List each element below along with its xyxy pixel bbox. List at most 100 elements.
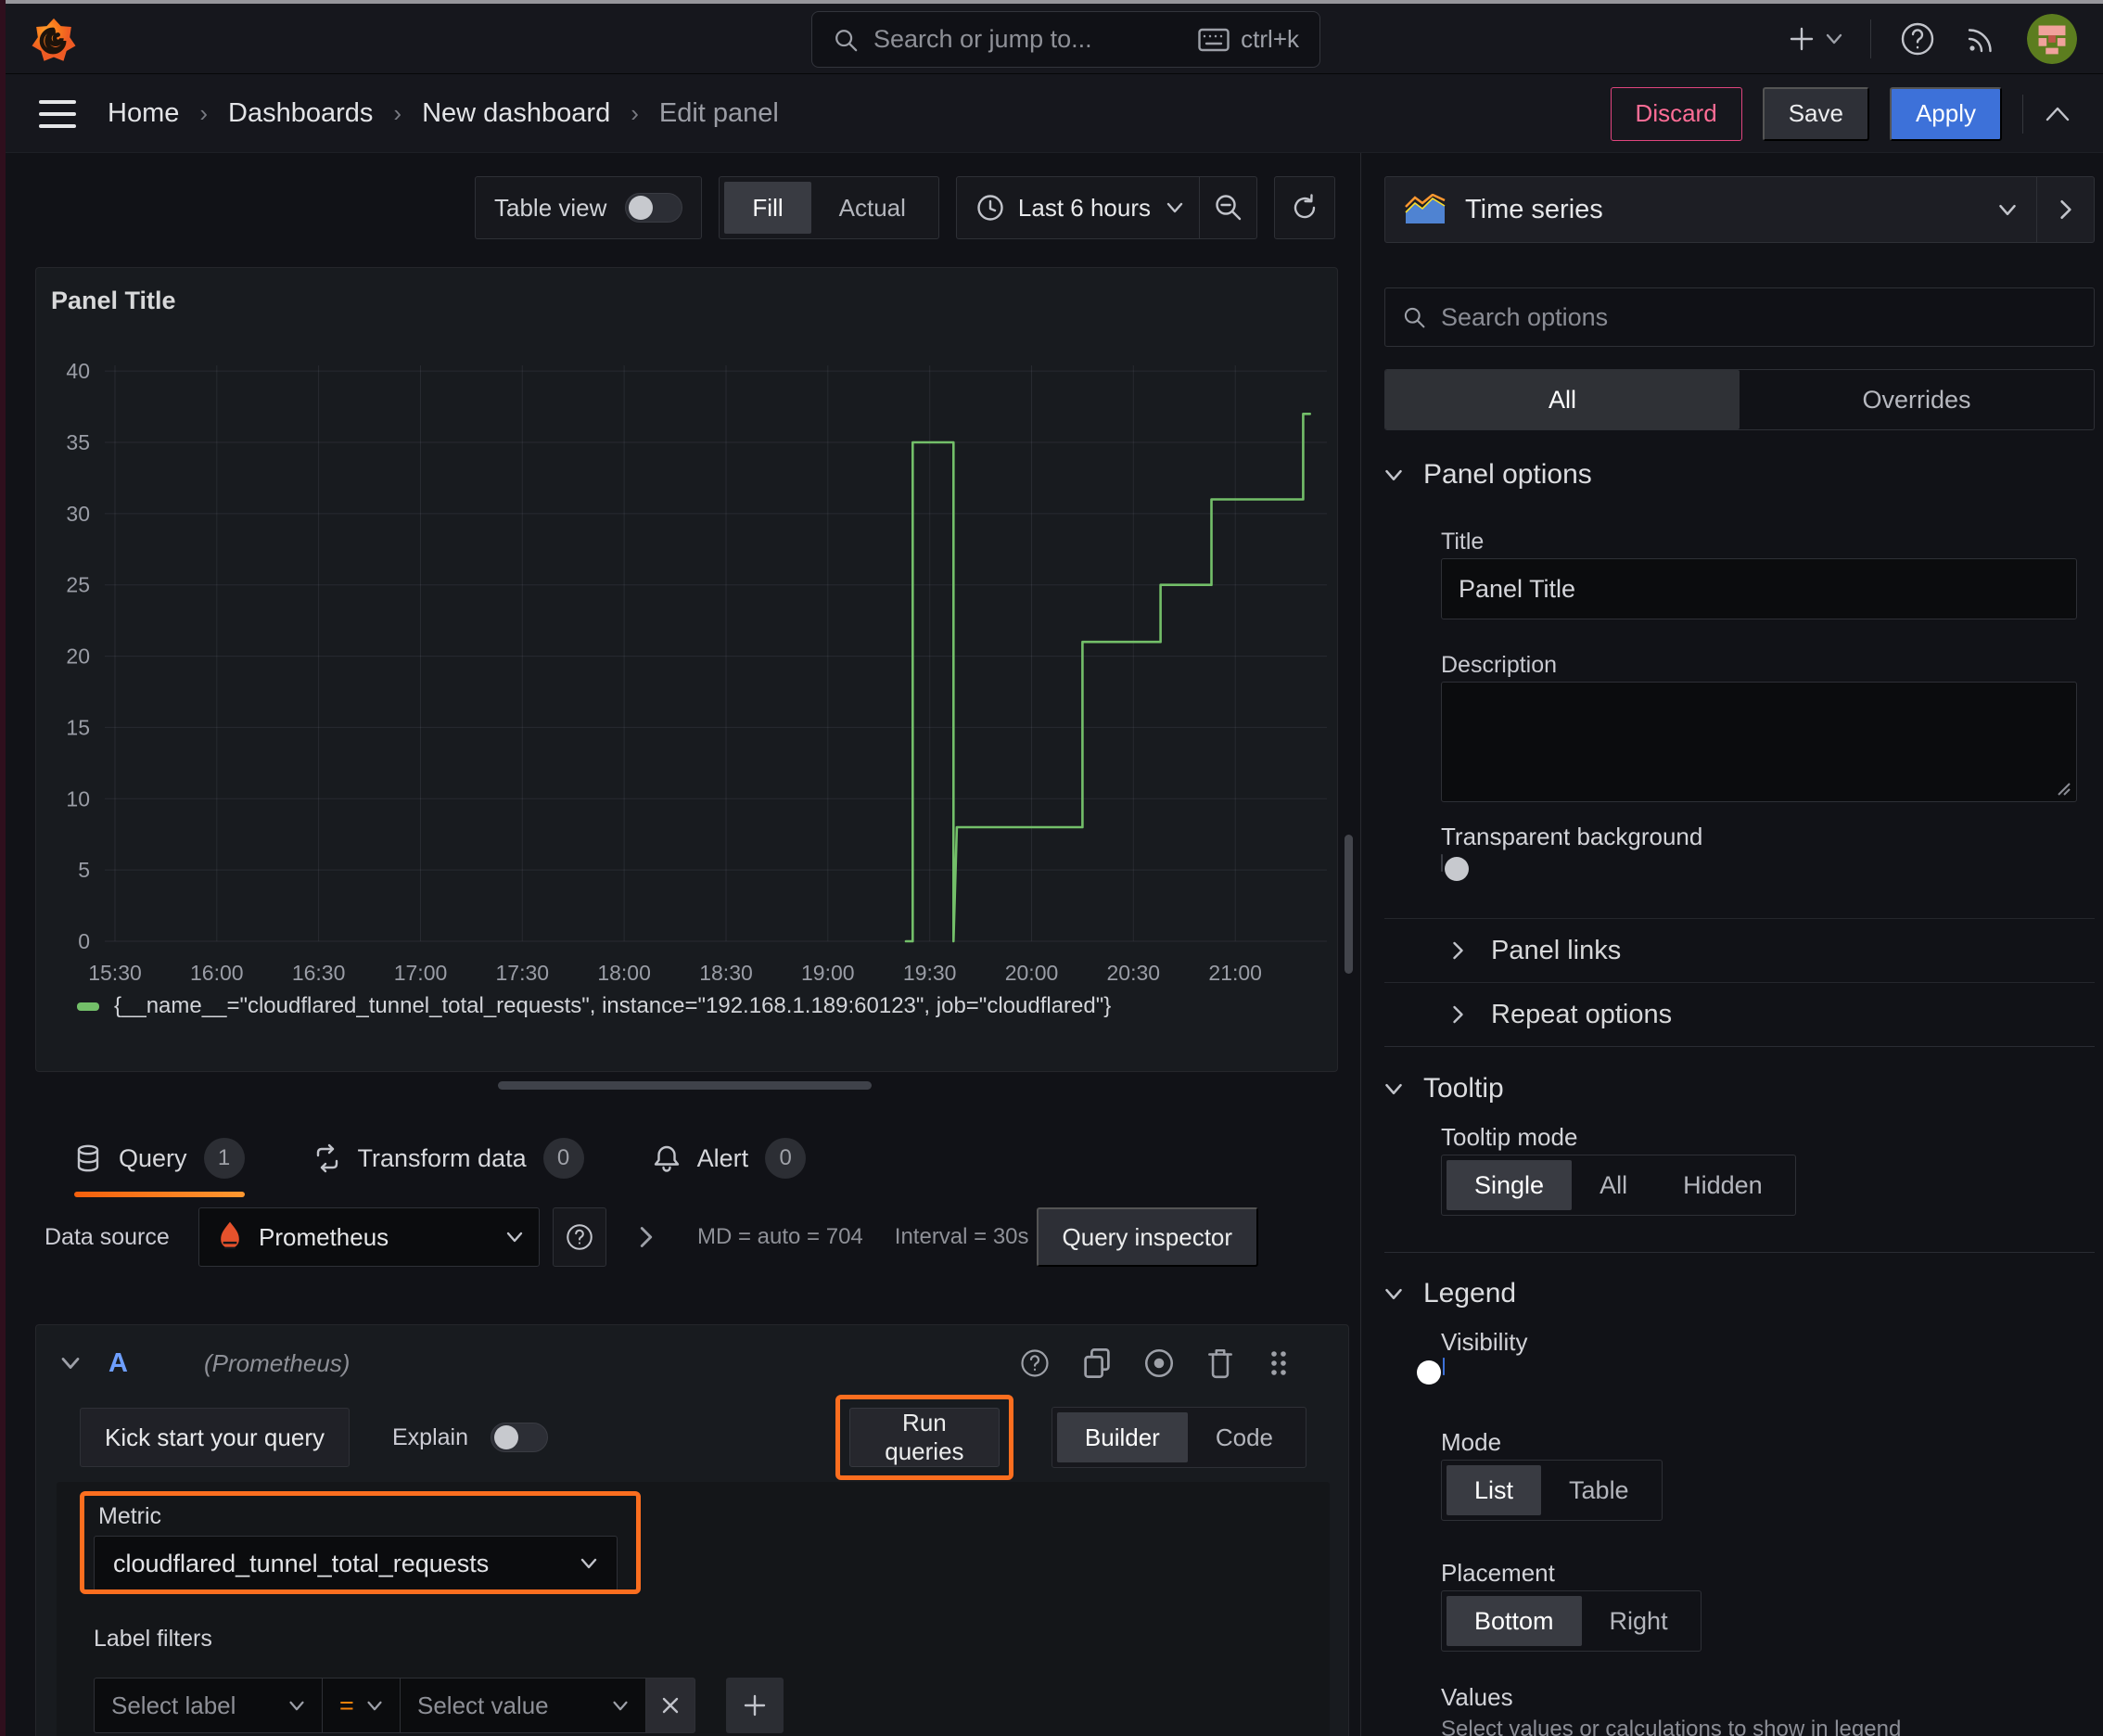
panel-options-section-header[interactable]: Panel options [1384, 459, 1592, 491]
options-search-input[interactable]: Search options [1384, 287, 2095, 347]
time-series-chart[interactable]: 0 5 10 15 20 25 30 35 40 15:30 16:00 16:30 17:00 17:3… [36, 324, 1339, 1001]
save-button[interactable]: Save [1762, 86, 1869, 141]
tooltip-mode-label: Tooltip mode [1441, 1123, 1578, 1151]
legend-visibility-toggle[interactable] [1417, 1358, 1445, 1385]
breadcrumb-dashboards[interactable]: Dashboards [228, 98, 373, 129]
svg-text:15:30: 15:30 [88, 961, 142, 985]
actions-divider [2022, 94, 2023, 134]
drag-handle-icon[interactable] [1265, 1347, 1293, 1379]
plus-icon [744, 1694, 766, 1717]
code-option[interactable]: Code [1188, 1412, 1301, 1462]
menu-hamburger-icon[interactable] [39, 100, 76, 128]
apply-button[interactable]: Apply [1889, 86, 2002, 141]
run-queries-button[interactable]: Run queries [848, 1408, 1000, 1467]
textarea-resize-handle[interactable] [2056, 781, 2071, 796]
time-series-viz-icon [1405, 194, 1446, 223]
legend-series-label[interactable]: {__name__="cloudflared_tunnel_total_requ… [114, 993, 1111, 1019]
delete-query-trash-icon[interactable] [1205, 1347, 1235, 1380]
datasource-help-button[interactable] [553, 1207, 606, 1267]
search-icon [835, 29, 858, 51]
legend-placement-right[interactable]: Right [1582, 1596, 1696, 1646]
query-inspector-button[interactable]: Query inspector [1036, 1207, 1259, 1267]
visualization-select[interactable]: Time series [1385, 177, 2036, 242]
query-editor-card: A (Prometheus) Kick start your query Exp… [35, 1324, 1349, 1736]
panel-options-sidebar: Time series Search options All Overrides… [1360, 153, 2103, 1736]
collapse-query-chevron-icon[interactable] [60, 1356, 81, 1371]
user-avatar[interactable] [2027, 14, 2077, 64]
window-left-edge [0, 0, 6, 1736]
refresh-button[interactable] [1274, 176, 1335, 239]
hide-response-eye-icon[interactable] [1142, 1347, 1176, 1380]
tab-overrides[interactable]: Overrides [1740, 370, 2094, 429]
chart-legend: {__name__="cloudflared_tunnel_total_requ… [77, 993, 1111, 1019]
legend-placement-bottom[interactable]: Bottom [1447, 1596, 1582, 1646]
tooltip-section-header[interactable]: Tooltip [1384, 1073, 1504, 1104]
breadcrumb-bar: Home › Dashboards › New dashboard › Edit… [0, 74, 2103, 153]
duplicate-query-icon[interactable] [1081, 1347, 1113, 1380]
tab-query[interactable]: Query 1 [74, 1119, 245, 1197]
explain-toggle[interactable] [490, 1423, 548, 1452]
svg-text:15: 15 [66, 715, 90, 739]
chevron-down-icon [1166, 202, 1183, 213]
discard-button[interactable]: Discard [1610, 86, 1742, 141]
builder-option[interactable]: Builder [1056, 1412, 1188, 1462]
pane-resize-handle[interactable] [498, 1081, 872, 1090]
news-rss-icon[interactable] [1964, 21, 1999, 57]
time-range-picker[interactable]: Last 6 hours [955, 176, 1257, 239]
section-divider [1384, 1252, 2095, 1253]
repeat-options-section-header[interactable]: Repeat options [1384, 983, 2095, 1046]
help-icon[interactable] [1899, 20, 1936, 57]
toggle-viz-picker-button[interactable] [2036, 177, 2094, 242]
new-dashboard-plus-button[interactable] [1787, 24, 1842, 54]
datasource-select[interactable]: Prometheus [198, 1207, 540, 1267]
table-view-toggle[interactable] [625, 193, 683, 223]
query-ref-id[interactable]: A [108, 1348, 128, 1379]
tooltip-mode-hidden[interactable]: Hidden [1655, 1160, 1791, 1210]
transparent-background-toggle[interactable] [1441, 854, 1469, 881]
grafana-logo-icon[interactable] [30, 17, 78, 65]
query-options-chevron-right-icon[interactable] [638, 1225, 655, 1249]
legend-section-header[interactable]: Legend [1384, 1278, 1516, 1309]
zoom-out-button[interactable] [1199, 177, 1256, 238]
collapse-chevron-up-icon[interactable] [2044, 105, 2071, 123]
legend-series-swatch[interactable] [77, 1002, 99, 1011]
chevron-right-icon [1453, 941, 1463, 960]
time-range-label: Last 6 hours [1017, 193, 1151, 222]
select-label-dropdown[interactable]: Select label [94, 1678, 323, 1733]
global-search-input[interactable]: Search or jump to... ctrl+k [811, 11, 1320, 68]
breadcrumb: Home › Dashboards › New dashboard › Edit… [108, 98, 779, 129]
panel-description-textarea[interactable] [1441, 682, 2077, 802]
tooltip-mode-all[interactable]: All [1572, 1160, 1655, 1210]
query-row-actions [1018, 1347, 1293, 1380]
tab-all-options[interactable]: All [1385, 370, 1740, 429]
breadcrumb-home[interactable]: Home [108, 98, 179, 129]
legend-mode-table[interactable]: Table [1541, 1465, 1657, 1515]
scrollbar-thumb[interactable] [1345, 835, 1353, 974]
label-filters-label: Label filters [94, 1626, 212, 1652]
query-datasource-hint: (Prometheus) [203, 1348, 350, 1377]
svg-text:20:30: 20:30 [1107, 961, 1161, 985]
options-search-placeholder: Search options [1441, 302, 1609, 331]
tab-alert[interactable]: Alert 0 [653, 1119, 807, 1197]
panel-title-input[interactable] [1441, 558, 2077, 619]
fill-option[interactable]: Fill [724, 182, 811, 234]
metric-select[interactable]: cloudflared_tunnel_total_requests [94, 1536, 618, 1591]
actual-option[interactable]: Actual [811, 182, 934, 234]
legend-values-label: Values [1441, 1683, 1513, 1711]
add-filter-button[interactable] [726, 1678, 784, 1733]
panel-links-section-header[interactable]: Panel links [1384, 919, 2095, 982]
table-view-control: Table view [475, 176, 703, 239]
tooltip-mode-single[interactable]: Single [1447, 1160, 1573, 1210]
query-help-icon[interactable] [1018, 1347, 1052, 1380]
table-view-label: Table view [494, 193, 607, 222]
datasource-label: Data source [45, 1223, 170, 1250]
operator-dropdown[interactable]: = [323, 1678, 401, 1733]
kick-start-query-button[interactable]: Kick start your query [80, 1408, 350, 1467]
tab-transform-data[interactable]: Transform data 0 [313, 1119, 584, 1197]
plus-icon [1790, 27, 1814, 51]
grafana-edit-panel-window: Search or jump to... ctrl+k Home › Dashb… [0, 0, 2103, 1736]
remove-filter-button[interactable] [646, 1678, 695, 1733]
select-value-dropdown[interactable]: Select value [401, 1678, 646, 1733]
breadcrumb-new-dashboard[interactable]: New dashboard [422, 98, 610, 129]
legend-mode-list[interactable]: List [1447, 1465, 1542, 1515]
